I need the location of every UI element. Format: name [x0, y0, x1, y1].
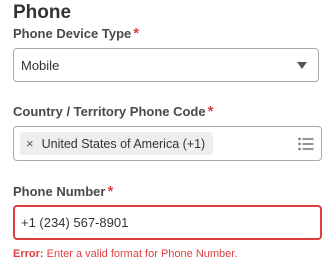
country-code-label-text: Country / Territory Phone Code: [13, 104, 206, 119]
chevron-down-icon[interactable]: [297, 62, 307, 69]
selected-country-label: United States of America (+1): [41, 136, 206, 151]
error-prefix: Error:: [13, 248, 44, 260]
phone-number-input[interactable]: [13, 205, 322, 240]
selected-country-pill: × United States of America (+1): [20, 132, 214, 155]
phone-number-label-text: Phone Number: [13, 184, 106, 199]
device-type-label: Phone Device Type *: [13, 26, 139, 42]
country-code-label: Country / Territory Phone Code *: [13, 104, 213, 120]
list-icon[interactable]: [298, 137, 314, 151]
country-code-multiselect[interactable]: × United States of America (+1): [13, 126, 322, 161]
phone-number-error: Error: Enter a valid format for Phone Nu…: [13, 248, 237, 261]
error-text: Enter a valid format for Phone Number.: [46, 248, 238, 260]
phone-section: Phone Phone Device Type * Mobile Country …: [0, 0, 334, 263]
required-marker: *: [207, 103, 214, 120]
required-marker: *: [107, 183, 114, 200]
device-type-select[interactable]: Mobile: [13, 48, 319, 82]
close-icon[interactable]: ×: [26, 137, 34, 150]
device-type-value: Mobile: [21, 58, 60, 73]
section-title: Phone: [13, 2, 72, 23]
required-marker: *: [133, 25, 140, 42]
device-type-label-text: Phone Device Type: [13, 26, 132, 41]
phone-number-label: Phone Number *: [13, 184, 113, 200]
